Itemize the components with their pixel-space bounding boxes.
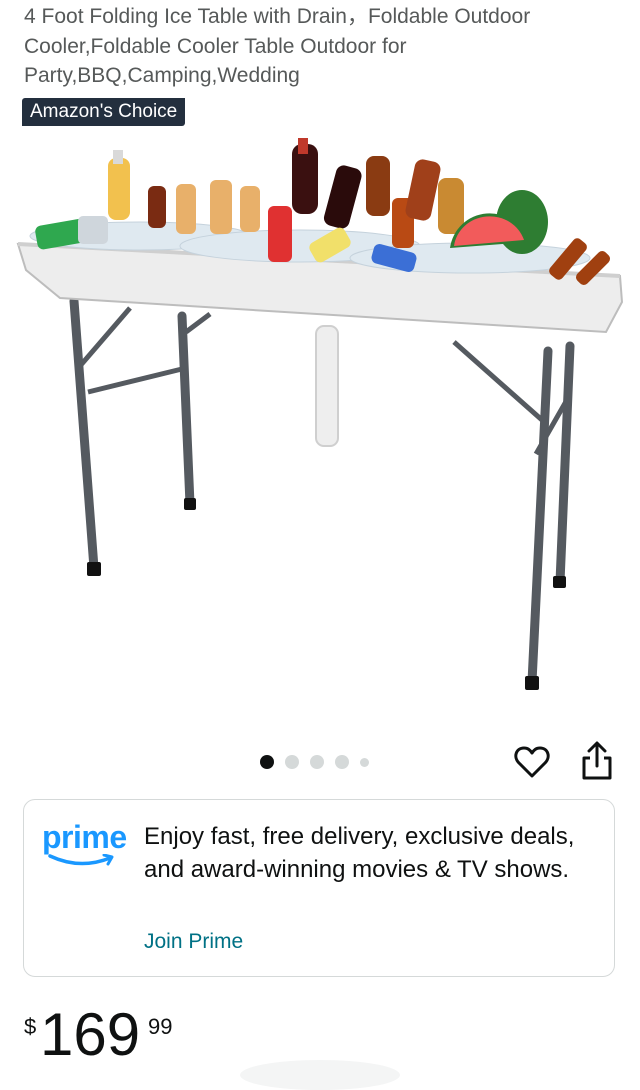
carousel-dot[interactable] xyxy=(310,755,324,769)
prime-promo-card: prime Enjoy fast, free delivery, exclusi… xyxy=(23,799,615,977)
share-icon[interactable] xyxy=(578,740,616,782)
prime-logo-text: prime xyxy=(42,819,127,855)
amazons-choice-badge: Amazon's Choice xyxy=(22,98,186,126)
prime-message: Enjoy fast, free delivery, exclusive dea… xyxy=(144,823,575,883)
carousel-dot-active[interactable] xyxy=(260,755,274,769)
image-carousel-dots[interactable] xyxy=(260,754,369,770)
product-image[interactable] xyxy=(0,136,640,736)
carousel-dot[interactable] xyxy=(335,755,349,769)
drain-pipe xyxy=(315,325,339,447)
bottom-sheet-hint xyxy=(240,1060,400,1090)
prime-smile-icon xyxy=(48,854,114,866)
heart-outline-icon[interactable] xyxy=(512,742,552,782)
price-symbol: $ xyxy=(24,1014,37,1039)
price-fraction: 99 xyxy=(148,1014,173,1039)
product-title: 4 Foot Folding Ice Table with Drain，Fold… xyxy=(24,5,531,87)
join-prime-link[interactable]: Join Prime xyxy=(144,930,243,954)
carousel-dot[interactable] xyxy=(285,755,299,769)
leg-feet xyxy=(87,498,566,690)
price-whole: 169 xyxy=(40,1001,141,1068)
carousel-dot[interactable] xyxy=(360,757,369,767)
prime-logo: prime xyxy=(42,818,132,878)
